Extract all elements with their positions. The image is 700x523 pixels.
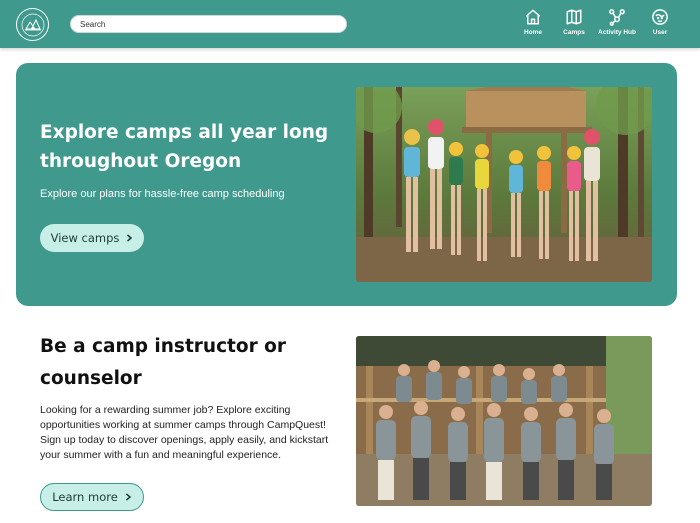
hero-subtitle: Explore our plans for hassle-free camp s… bbox=[40, 188, 285, 200]
camp-staff-group-photo bbox=[356, 336, 652, 506]
home-icon bbox=[525, 9, 541, 25]
top-navigation-bar: Home Camps Activity Hub User bbox=[0, 0, 700, 48]
instructor-section-body: Looking for a rewarding summer job? Expl… bbox=[40, 404, 329, 461]
hero-title: Explore camps all year long throughout O… bbox=[40, 122, 329, 172]
map-icon bbox=[566, 9, 582, 25]
learn-more-button[interactable]: Learn more bbox=[40, 483, 144, 511]
campquest-logo[interactable] bbox=[16, 8, 49, 41]
user-icon bbox=[652, 9, 668, 25]
nav-activity-hub[interactable]: Activity Hub bbox=[597, 8, 637, 42]
campquest-logo-icon bbox=[21, 13, 44, 36]
nav-camps-label: Camps bbox=[563, 29, 585, 36]
nav-home[interactable]: Home bbox=[521, 8, 545, 42]
view-camps-button[interactable]: View camps bbox=[40, 224, 144, 252]
chevron-right-icon bbox=[127, 234, 133, 242]
hero-card: Explore camps all year long throughout O… bbox=[16, 63, 677, 306]
nav-user-label: User bbox=[652, 29, 668, 36]
nav-home-label: Home bbox=[523, 29, 543, 36]
chevron-right-icon bbox=[125, 493, 131, 501]
hub-icon bbox=[609, 9, 625, 26]
learn-more-label: Learn more bbox=[52, 490, 118, 504]
nav-camps[interactable]: Camps bbox=[561, 8, 587, 42]
instructor-section-title: Be a camp instructor or counselor bbox=[40, 336, 287, 389]
view-camps-label: View camps bbox=[50, 231, 120, 245]
nav-activity-hub-label: Activity Hub bbox=[598, 29, 636, 36]
search-input[interactable] bbox=[70, 15, 347, 33]
nav-user[interactable]: User bbox=[648, 8, 672, 42]
campers-group-photo bbox=[356, 87, 652, 282]
